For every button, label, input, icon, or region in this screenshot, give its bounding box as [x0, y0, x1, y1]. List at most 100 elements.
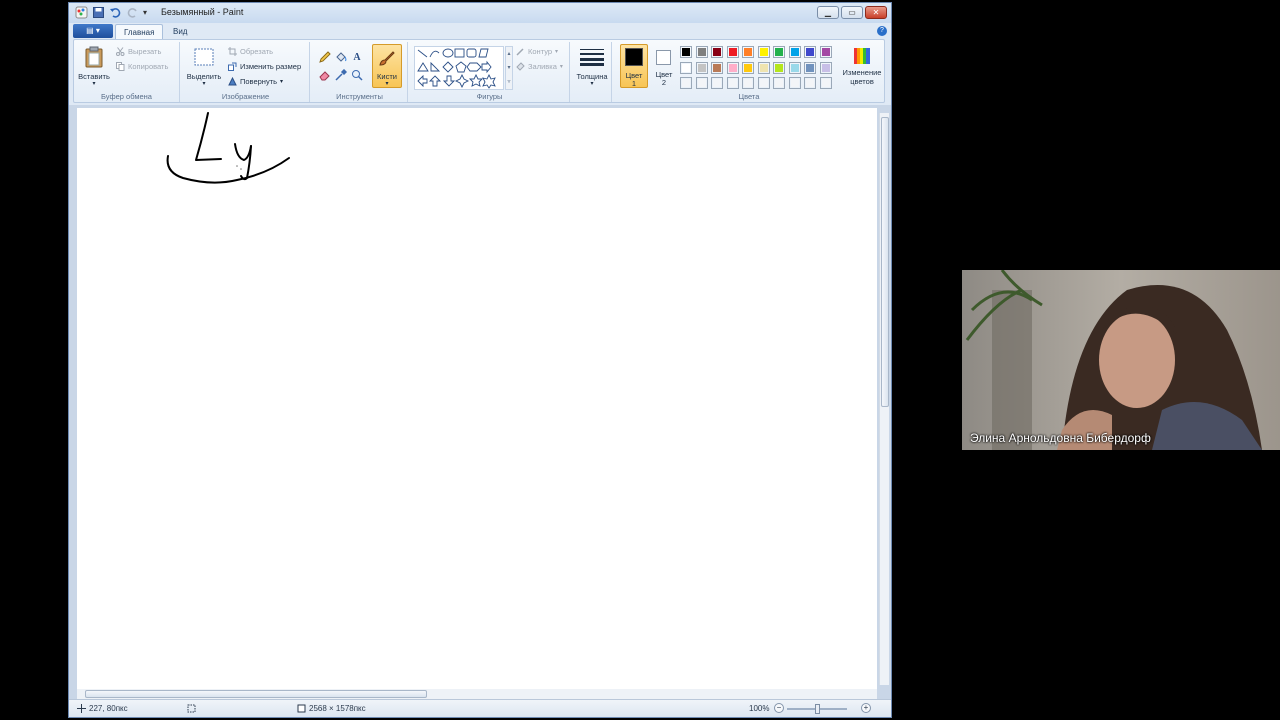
crop-button[interactable]: Обрезать [228, 47, 273, 56]
palette-color-swatch[interactable] [680, 46, 692, 58]
palette-color-swatch[interactable] [757, 77, 770, 89]
palette-color-fill [697, 48, 706, 56]
clipboard-group-label: Буфер обмена [101, 92, 152, 101]
palette-color-swatch[interactable] [819, 77, 832, 89]
canvas-area [69, 105, 891, 701]
palette-color-swatch[interactable] [680, 77, 692, 89]
maximize-button[interactable]: ▭ [841, 6, 863, 19]
palette-color-fill [682, 48, 690, 56]
color2-button[interactable]: Цвет 2 [650, 44, 678, 88]
brush-icon [379, 51, 395, 66]
canvas-size-text: 2568 × 1578пкс [309, 704, 366, 713]
tab-home[interactable]: Главная [115, 24, 164, 39]
resize-button[interactable]: Изменить размер [228, 62, 301, 71]
save-icon[interactable] [92, 6, 105, 19]
palette-color-swatch[interactable] [788, 61, 801, 74]
zoom-slider-knob[interactable] [815, 704, 820, 714]
palette-color-swatch[interactable] [726, 61, 739, 74]
text-tool-icon[interactable]: A [350, 50, 364, 64]
shapes-scroll[interactable]: ▴ ▾ ▿ [505, 46, 513, 90]
vertical-scroll-thumb[interactable] [881, 117, 889, 407]
palette-color-fill [806, 48, 814, 56]
palette-color-swatch[interactable] [711, 77, 723, 89]
size-button[interactable]: Толщина ▾ [574, 44, 610, 90]
palette-color-swatch[interactable] [804, 61, 816, 74]
palette-color-swatch[interactable] [695, 46, 708, 58]
line-thickness-icon [580, 49, 604, 66]
close-button[interactable]: ✕ [865, 6, 887, 19]
palette-color-fill [775, 48, 783, 56]
palette-color-swatch[interactable] [773, 46, 785, 58]
palette-color-swatch[interactable] [773, 77, 785, 89]
minimize-button[interactable]: ▁ [817, 6, 839, 19]
palette-color-swatch[interactable] [711, 61, 723, 74]
palette-color-swatch[interactable] [788, 77, 801, 89]
redo-icon[interactable] [126, 6, 139, 19]
fill-button[interactable]: Заливка ▾ [516, 62, 563, 71]
file-menu-button[interactable]: ▤ ▾ [73, 24, 113, 38]
palette-color-fill [744, 48, 752, 56]
color1-button[interactable]: Цвет 1 [620, 44, 648, 88]
palette-color-swatch[interactable] [726, 77, 739, 89]
palette-color-fill [790, 63, 799, 72]
palette-color-swatch[interactable] [757, 61, 770, 74]
rotate-button[interactable]: Повернуть ▾ [228, 77, 283, 86]
palette-color-swatch[interactable] [695, 61, 708, 74]
palette-color-swatch[interactable] [742, 61, 754, 74]
tab-view[interactable]: Вид [165, 24, 195, 39]
participant-name: Элина Арнольдовна Бибердорф [970, 431, 1151, 445]
palette-color-swatch[interactable] [788, 46, 801, 58]
palette-color-swatch[interactable] [742, 77, 754, 89]
palette-color-swatch[interactable] [680, 61, 692, 74]
shapes-gallery-icons[interactable] [415, 47, 503, 89]
paint-window: ▾ Безымянный - Paint ▁ ▭ ✕ ▤ ▾ Главная В… [68, 2, 892, 718]
pencil-icon[interactable] [318, 50, 332, 64]
palette-color-swatch[interactable] [757, 46, 770, 58]
palette-color-swatch[interactable] [773, 61, 785, 74]
palette-color-fill [759, 63, 768, 72]
zoom-slider[interactable] [787, 704, 847, 714]
palette-color-fill [744, 79, 752, 87]
color-picker-icon[interactable] [334, 68, 348, 82]
magnifier-icon[interactable] [350, 68, 364, 82]
outline-button[interactable]: Контур ▾ [516, 47, 558, 56]
title-bar: ▾ Безымянный - Paint ▁ ▭ ✕ [69, 3, 891, 23]
horizontal-scroll-thumb[interactable] [85, 690, 427, 698]
eraser-icon[interactable] [318, 68, 332, 82]
brushes-dropdown-icon: ▾ [385, 81, 389, 87]
paint-app-icon[interactable] [75, 6, 88, 19]
customize-toolbar-icon[interactable]: ▾ [143, 6, 156, 19]
brushes-button[interactable]: Кисти ▾ [372, 44, 402, 88]
fill-bucket-icon[interactable] [334, 50, 348, 64]
zoom-in-button[interactable]: + [861, 703, 871, 713]
tools-group: A Кисти ▾ Инструменты [312, 42, 408, 102]
horizontal-scrollbar[interactable] [77, 689, 877, 699]
undo-icon[interactable] [109, 6, 122, 19]
palette-color-swatch[interactable] [819, 61, 832, 74]
cursor-position: 227, 80пкс [77, 704, 128, 713]
copy-button[interactable]: Копировать [116, 62, 168, 71]
vertical-scrollbar[interactable] [879, 113, 889, 685]
palette-color-swatch[interactable] [804, 46, 816, 58]
palette-color-swatch[interactable] [695, 77, 708, 89]
palette-color-swatch[interactable] [819, 46, 832, 58]
edit-colors-button[interactable]: Изменение цветов [840, 44, 884, 90]
edit-colors-label: Изменение цветов [842, 68, 882, 86]
participant-video-tile[interactable]: Элина Арнольдовна Бибердорф [962, 270, 1280, 450]
help-icon[interactable]: ? [877, 26, 887, 36]
fill-icon [516, 62, 525, 71]
color1-swatch [625, 48, 643, 66]
copy-label: Копировать [128, 62, 169, 71]
palette-color-swatch[interactable] [711, 46, 723, 58]
palette-color-swatch[interactable] [726, 46, 739, 58]
image-group: Выделить ▾ Обрезать Изменить размер Пове… [182, 42, 310, 102]
palette-color-swatch[interactable] [804, 77, 816, 89]
palette-color-swatch[interactable] [742, 46, 754, 58]
paste-button[interactable]: Вставить ▾ [76, 44, 112, 88]
zoom-out-button[interactable]: − [774, 703, 784, 713]
select-button[interactable]: Выделить ▾ [184, 44, 224, 88]
paste-icon [85, 46, 103, 68]
cut-button[interactable]: Вырезать [116, 47, 161, 56]
drawing-canvas[interactable] [77, 108, 877, 690]
copy-icon [116, 62, 125, 71]
